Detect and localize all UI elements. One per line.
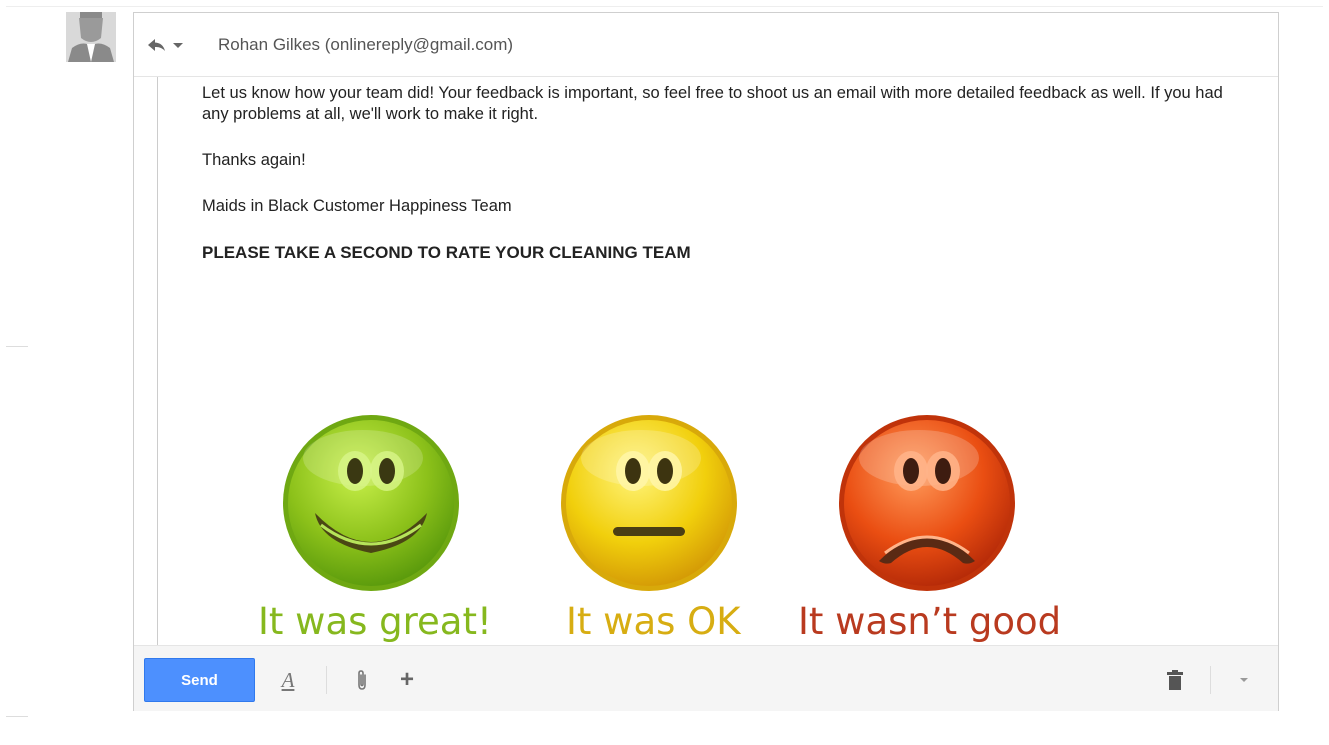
rating-label-not-good[interactable]: It wasn’t good [798,599,1061,645]
avatar [66,12,116,62]
message-signature: Maids in Black Customer Happiness Team [202,197,512,215]
person-silhouette-icon [66,12,116,62]
reply-arrow-icon [148,39,165,51]
happy-face-icon[interactable] [281,413,461,593]
recipient-field[interactable]: Rohan Gilkes (onlinereply@gmail.com) [218,33,513,57]
message-text: Let us know how your team did! Your feed… [202,83,1242,288]
reply-type-button[interactable] [146,33,192,57]
text-format-icon[interactable]: A [276,666,300,694]
side-divider [6,716,28,717]
side-divider [6,346,28,347]
chevron-down-icon [173,43,183,48]
rating-options: It was great! It was OK It wasn’t good [134,413,1278,645]
message-paragraph: Let us know how your team did! Your feed… [202,84,1223,123]
paperclip-icon[interactable] [352,666,372,694]
compose-toolbar: Send A + [134,645,1278,711]
plus-icon[interactable]: + [396,666,418,694]
sad-face-icon[interactable] [837,413,1017,593]
message-paragraph: Thanks again! [202,151,306,169]
rating-call-to-action: PLEASE TAKE A SECOND TO RATE YOUR CLEANI… [202,243,691,262]
rating-label-ok[interactable]: It was OK [566,599,741,645]
neutral-face-icon[interactable] [559,413,739,593]
chevron-down-icon[interactable] [1234,666,1254,694]
email-compose-page: Rohan Gilkes (onlinereply@gmail.com) Let… [0,0,1329,745]
send-button[interactable]: Send [144,658,255,702]
rating-label-great[interactable]: It was great! [258,599,492,645]
message-body[interactable]: Let us know how your team did! Your feed… [134,77,1278,645]
compose-window: Rohan Gilkes (onlinereply@gmail.com) Let… [133,12,1279,711]
toolbar-divider [1210,666,1211,694]
toolbar-divider [326,666,327,694]
compose-header: Rohan Gilkes (onlinereply@gmail.com) [134,13,1278,77]
trash-icon[interactable] [1164,666,1186,694]
